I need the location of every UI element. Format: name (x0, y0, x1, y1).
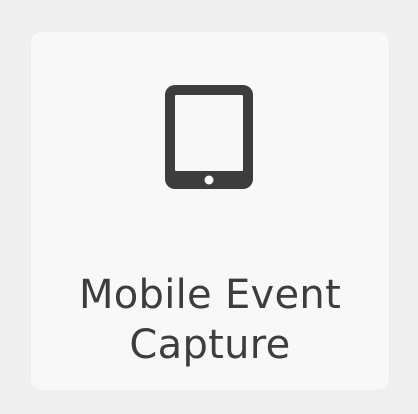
mobile-event-capture-tile[interactable]: Mobile Event Capture (31, 32, 389, 390)
tile-label: Mobile Event Capture (31, 270, 389, 370)
tile-label-line-1: Mobile Event (78, 272, 342, 318)
tablet-icon (165, 85, 253, 189)
tile-label-line-2: Capture (129, 322, 291, 368)
